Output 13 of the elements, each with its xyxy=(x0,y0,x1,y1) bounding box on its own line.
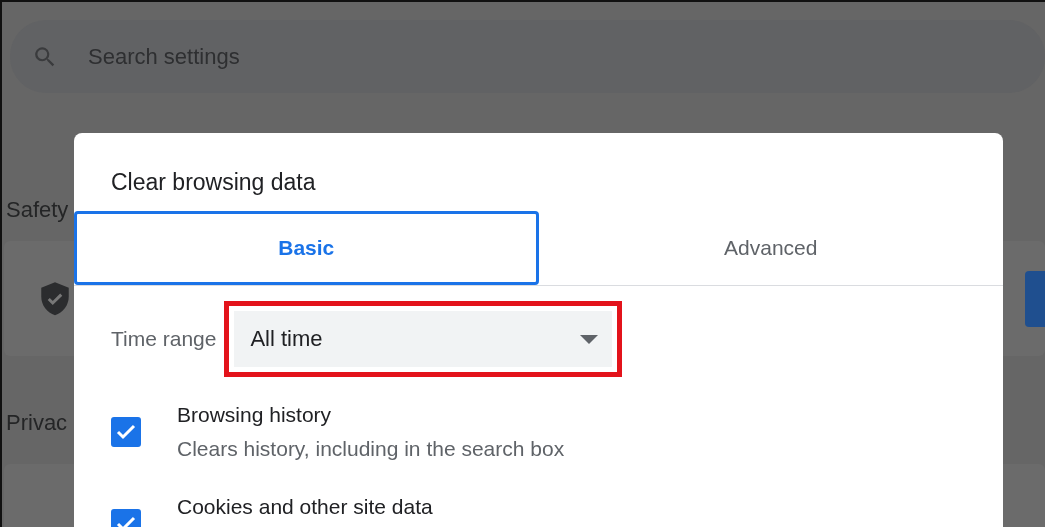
shield-check-icon xyxy=(40,281,70,316)
time-range-dropdown[interactable]: All time xyxy=(234,311,613,367)
dialog-title: Clear browsing data xyxy=(110,168,317,197)
section-heading: Privac xyxy=(6,409,68,436)
option-title: Browsing history xyxy=(177,403,333,427)
tab[interactable]: Basic xyxy=(74,211,539,285)
dropdown-caret-icon xyxy=(580,334,599,344)
checkbox[interactable] xyxy=(111,417,141,447)
checkmark-icon xyxy=(116,424,136,440)
option-title: Cookies and other site data xyxy=(177,495,433,519)
time-range-label: Time range xyxy=(111,327,217,351)
section-heading: Safety xyxy=(6,196,69,223)
option-description: Clears history, including in the search box xyxy=(177,437,565,461)
